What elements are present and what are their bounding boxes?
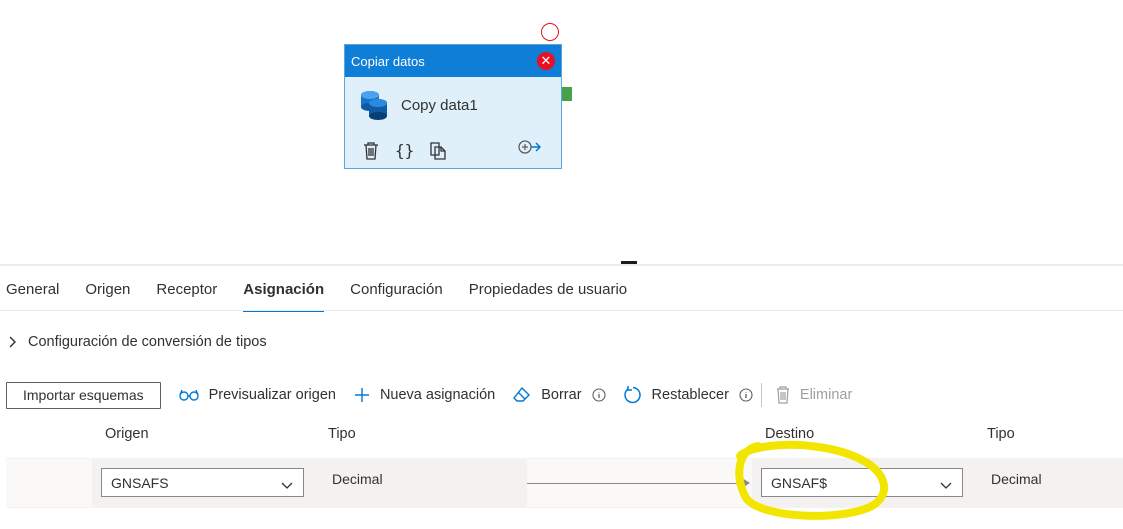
info-icon[interactable]	[739, 388, 753, 402]
activity-name[interactable]: Copy data1	[401, 97, 478, 114]
column-header-origen: Origen	[105, 426, 149, 442]
trash-icon	[776, 386, 790, 404]
chevron-down-icon	[281, 477, 293, 493]
clear-label: Borrar	[541, 387, 582, 403]
source-column-dropdown[interactable]: GNSAFS	[101, 468, 304, 497]
chevron-right-icon[interactable]	[8, 336, 18, 348]
database-icon	[361, 91, 387, 120]
glasses-icon	[178, 389, 199, 401]
section-label: Configuración de conversión de tipos	[28, 334, 267, 350]
column-header-destino: Destino	[765, 426, 815, 442]
reset-label: Restablecer	[651, 387, 729, 403]
column-header-tipo-destino: Tipo	[987, 426, 1015, 442]
copy-icon[interactable]	[430, 141, 446, 160]
column-header-tipo-origen: Tipo	[328, 426, 356, 442]
delete-label: Eliminar	[799, 387, 853, 403]
new-mapping-button[interactable]: Nueva asignación	[354, 387, 495, 403]
activity-header: Copiar datos ✕	[345, 45, 561, 77]
destination-type-value: Decimal	[991, 471, 1042, 487]
activity-actions: {}	[345, 133, 561, 168]
import-schemas-button[interactable]: Importar esquemas	[6, 381, 161, 409]
eraser-icon	[513, 387, 531, 403]
source-type-value: Decimal	[332, 471, 383, 487]
new-mapping-label: Nueva asignación	[379, 387, 496, 403]
validation-ring-icon	[541, 23, 559, 41]
type-conversion-section[interactable]: Configuración de conversión de tipos	[8, 334, 267, 350]
toolbar-separator	[760, 383, 762, 407]
reset-button[interactable]: Restablecer	[623, 386, 729, 404]
mapping-connector-line	[527, 483, 745, 484]
source-column-value: GNSAFS	[111, 474, 169, 491]
delete-button[interactable]: Eliminar	[776, 386, 852, 404]
tab-configuracion[interactable]: Configuración	[344, 266, 449, 312]
add-output-icon[interactable]	[517, 139, 542, 160]
info-icon[interactable]	[591, 388, 606, 402]
mapping-arrow-icon	[742, 478, 750, 488]
preview-source-button[interactable]: Previsualizar origen	[178, 387, 336, 403]
plus-icon	[354, 387, 370, 403]
destination-column-value: GNSAF$	[771, 474, 828, 491]
copy-data-activity[interactable]: Copiar datos ✕ Copy data1 {}	[344, 44, 562, 169]
tabs-divider	[0, 310, 1123, 311]
tab-receptor[interactable]: Receptor	[150, 266, 223, 312]
destination-column-dropdown[interactable]: GNSAF$	[761, 468, 963, 497]
remove-activity-icon[interactable]: ✕	[537, 52, 555, 70]
activity-body: Copy data1	[345, 77, 561, 133]
tab-asignacion[interactable]: Asignación	[237, 266, 330, 312]
code-braces-icon[interactable]: {}	[395, 141, 414, 160]
preview-source-label: Previsualizar origen	[208, 387, 336, 403]
activity-type-label: Copiar datos	[351, 53, 425, 69]
pipeline-canvas[interactable]: Copiar datos ✕ Copy data1 {}	[0, 0, 1123, 262]
success-output-port[interactable]	[562, 87, 572, 101]
reset-icon	[623, 386, 642, 404]
activity-properties-panel: General Origen Receptor Asignación Confi…	[0, 264, 1123, 529]
tab-propiedades-usuario[interactable]: Propiedades de usuario	[463, 266, 633, 312]
trash-icon[interactable]	[363, 141, 379, 160]
tab-general[interactable]: General	[0, 266, 65, 312]
tab-origen[interactable]: Origen	[79, 266, 136, 312]
mapping-toolbar: Importar esquemas Previsualizar origen N…	[6, 381, 870, 409]
clear-button[interactable]: Borrar	[513, 387, 582, 403]
properties-tabs: General Origen Receptor Asignación Confi…	[0, 266, 647, 312]
chevron-down-icon	[940, 477, 952, 493]
